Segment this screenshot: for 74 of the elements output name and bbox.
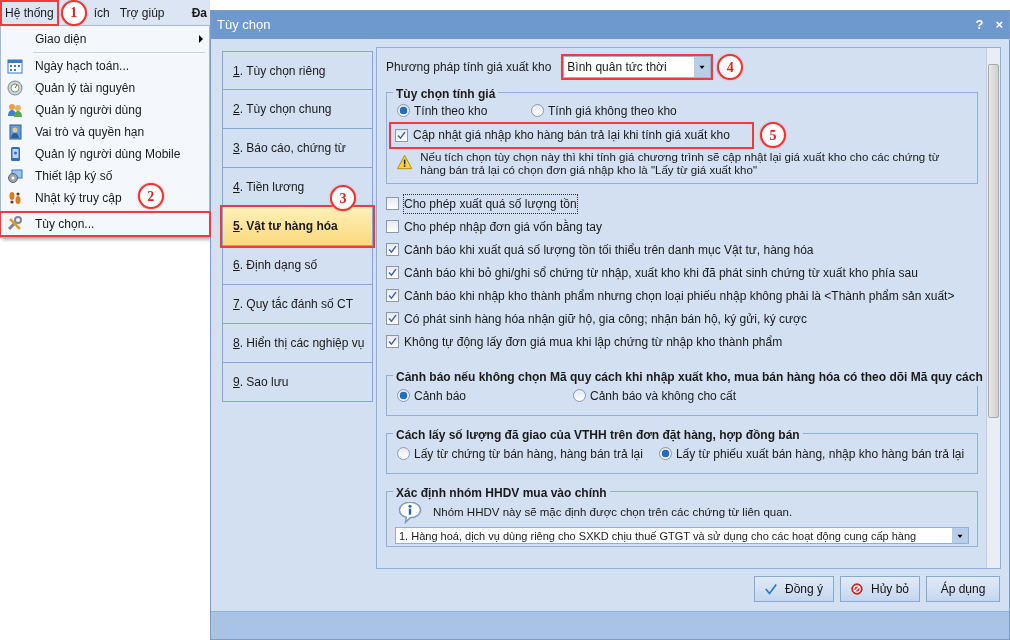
callout-marker: 2 [137, 183, 164, 209]
checkbox-label[interactable]: Cập nhật giá nhập kho hàng bán trả lại khi tính giá xuất kho [413, 126, 730, 144]
radio-option[interactable]: Cảnh báo [397, 386, 557, 405]
nav-tab[interactable]: 5. Vật tư hàng hóa [222, 207, 373, 246]
scroll-thumb[interactable] [988, 64, 999, 418]
users-icon [7, 102, 23, 118]
check-mark [387, 267, 398, 279]
radio-option[interactable]: Lấy từ chứng từ bán hàng, hàng bán trả lại [397, 444, 643, 463]
menu-item[interactable]: Quản lý người dùng [1, 99, 209, 121]
user-card-icon [7, 124, 23, 140]
group-title: Cảnh báo nếu không chọn Mã quy cách khi nhập xuất kho, mua bán hàng hóa có theo dõi Mã quy cách [393, 368, 986, 387]
checkbox[interactable] [386, 220, 399, 234]
window-title: Tùy chọn [217, 16, 271, 35]
callout-marker: 3 [330, 185, 356, 211]
nav-tab[interactable]: 1. Tùy chọn riêng [222, 51, 373, 90]
nav-tab[interactable]: 2. Tùy chọn chung [222, 90, 373, 129]
footprints-icon [7, 190, 23, 206]
menu-item[interactable]: Vai trò và quyền hạn [1, 121, 209, 143]
callout-marker: 5 [759, 122, 786, 148]
checkbox-label[interactable]: Cho phép xuất quá số lượng tồn [404, 194, 577, 213]
radio-option[interactable]: Cảnh báo và không cho cất [573, 386, 737, 405]
checkbox-label[interactable]: Cảnh báo khi nhập kho thành phẩm nhưng chọn loại phiếu nhập không phải là <Thành phẩm sản xuất> [404, 286, 955, 305]
callout-marker: 4 [717, 54, 744, 80]
costing-method-dropdown[interactable]: Bình quân tức thời [563, 56, 712, 78]
field-label: Phương pháp tính giá xuất kho [386, 59, 552, 76]
checkbox[interactable] [395, 128, 408, 142]
menu-item[interactable]: Quản lý người dùng Mobile [1, 143, 209, 165]
menu-item[interactable]: Ngày hạch toán... [1, 55, 209, 77]
checkbox[interactable] [386, 335, 399, 349]
group-dropdown[interactable]: 1. Hàng hoá, dịch vụ dùng riêng cho SXKD chịu thuế GTGT và sử dụng cho các hoạt động cung cấp hàng [395, 527, 969, 545]
checkbox-label[interactable]: Có phát sinh hàng hóa nhận giữ hộ, gia công; nhận bán hộ, ký gửi, ký cược [404, 309, 807, 328]
checkbox-label[interactable]: Cảnh báo khi xuất quá số lượng tồn tối thiểu trên danh mục Vật tư, hàng hóa [404, 240, 814, 259]
nav-tab[interactable]: 3. Báo cáo, chứng từ [222, 129, 373, 168]
nav-tab[interactable]: 9. Sao lưu [222, 363, 373, 402]
group-title: Cách lấy số lượng đã giao của VTHH trên đơn đặt hàng, hợp đồng bán [393, 426, 803, 445]
tools-icon [7, 216, 23, 232]
callout-marker: 1 [60, 0, 87, 26]
ok-button[interactable]: Đồng ý [754, 576, 834, 602]
checkbox[interactable] [386, 289, 399, 303]
checkbox-label[interactable]: Không tự động lấy đơn giá mua khi lập chứng từ nhập kho thành phẩm [404, 332, 783, 351]
scrollbar[interactable] [986, 48, 1000, 568]
check-mark [387, 313, 398, 325]
menu-bar-item[interactable]: ích [90, 1, 113, 24]
prohibit-icon [851, 581, 863, 597]
cancel-button[interactable]: Hủy bỏ [840, 576, 920, 602]
check-mark [387, 290, 398, 302]
menu-bar-item[interactable]: Đa [188, 1, 210, 24]
menu-item[interactable]: Tùy chọn... [1, 213, 209, 235]
nav-tab[interactable]: 7. Quy tắc đánh số CT [222, 285, 373, 324]
info-text: Nhóm HHDV này sẽ mặc định được chọn trên các chứng từ liên quan. [433, 504, 793, 520]
radio-option[interactable]: Lấy từ phiếu xuất bán hàng, nhập kho hàng bán trả lại [658, 444, 965, 463]
apply-button[interactable]: Áp dụng [926, 576, 1000, 602]
checkbox[interactable] [386, 197, 399, 211]
warning-text: Nếu tích chọn tùy chọn này thì khi tính giá chương trình sẽ cập nhật lại giá xuất kho cho các chứng từ hàng bán trả lại có chọn đơn giá nhập kho là "Lấy từ giá xuất kho" [420, 151, 941, 178]
check-mark [396, 129, 407, 141]
submenu-arrow-icon [199, 35, 203, 43]
nav-tab[interactable]: 6. Định dạng số [222, 246, 373, 285]
menu-bar-item[interactable]: Hệ thống [2, 1, 57, 24]
checkbox-label[interactable]: Cảnh báo khi bỏ ghi/ghi sổ chứng từ nhập, xuất kho khi đã phát sinh chứng từ xuất kho phía sau [404, 263, 918, 282]
gauge-icon [7, 80, 23, 96]
checkbox[interactable] [386, 243, 399, 257]
menu-item[interactable]: Giao diện [1, 28, 209, 50]
check-mark [387, 336, 398, 348]
gear-icon [7, 168, 23, 184]
menu-bar-item[interactable]: Trợ giúp [116, 1, 168, 24]
radio-option[interactable]: Tính giá không theo kho [531, 101, 677, 120]
nav-tab[interactable]: 8. Hiển thị các nghiệp vụ [222, 324, 373, 363]
calendar-icon [7, 58, 23, 74]
checkbox[interactable] [386, 266, 399, 280]
menu-item[interactable]: Quản lý tài nguyên [1, 77, 209, 99]
radio-option[interactable]: Tính theo kho [397, 101, 515, 120]
checkbox[interactable] [386, 312, 399, 326]
check-mark [387, 244, 398, 256]
checkbox-label[interactable]: Cho phép nhập đơn giá vốn bằng tay [404, 217, 603, 236]
